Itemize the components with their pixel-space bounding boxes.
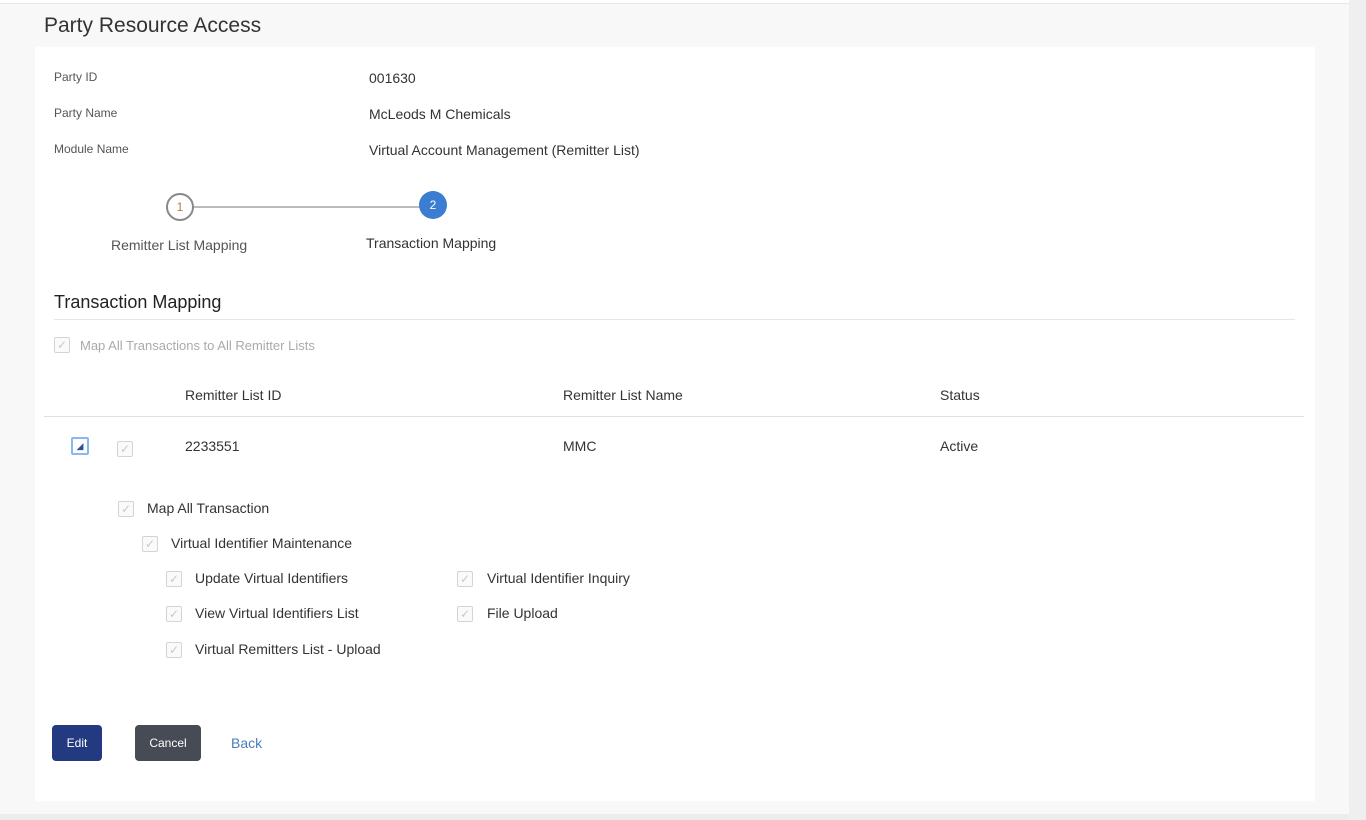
step-1-label: Remitter List Mapping [111, 237, 248, 253]
map-all-transaction-label: Map All Transaction [147, 500, 270, 516]
step-2[interactable]: 2 [419, 191, 447, 219]
section-title: Transaction Mapping [54, 292, 222, 312]
item-checkbox[interactable]: ✓ [457, 606, 473, 622]
step-1[interactable]: 1 [166, 193, 194, 221]
row-checkbox[interactable]: ✓ [117, 441, 133, 457]
status: Active [940, 438, 979, 454]
remitter-list-name: MMC [563, 438, 597, 454]
party-id-value: 001630 [369, 70, 416, 86]
map-all-transaction-checkbox[interactable]: ✓ [118, 501, 134, 517]
edit-button[interactable]: Edit [52, 725, 102, 761]
item-label: Virtual Identifier Inquiry [487, 570, 630, 586]
back-link[interactable]: Back [231, 735, 262, 751]
cancel-button[interactable]: Cancel [135, 725, 201, 761]
header-status: Status [940, 387, 980, 403]
remitter-list-id: 2233551 [185, 438, 240, 454]
content-card: Party ID 001630 Party Name McLeods M Che… [35, 47, 1315, 801]
item-label: View Virtual Identifiers List [195, 605, 359, 621]
party-name-label: Party Name [54, 106, 118, 120]
item-label: Virtual Remitters List - Upload [195, 641, 381, 657]
item-checkbox[interactable]: ✓ [166, 571, 182, 587]
item-checkbox[interactable]: ✓ [457, 571, 473, 587]
item-checkbox[interactable]: ✓ [166, 642, 182, 658]
expand-toggle-icon[interactable]: ◢ [71, 437, 89, 455]
item-checkbox[interactable]: ✓ [166, 606, 182, 622]
header-remitter-list-name: Remitter List Name [563, 387, 683, 403]
map-all-lists-label: Map All Transactions to All Remitter Lis… [80, 338, 315, 353]
top-border [0, 0, 1349, 4]
step-2-label: Transaction Mapping [366, 235, 497, 251]
stepper-line [193, 206, 433, 208]
module-name-value: Virtual Account Management (Remitter Lis… [369, 142, 640, 158]
item-label: Update Virtual Identifiers [195, 570, 349, 586]
table-divider [44, 416, 1304, 417]
header-remitter-list-id: Remitter List ID [185, 387, 282, 403]
group-label: Virtual Identifier Maintenance [171, 535, 353, 551]
group-checkbox[interactable]: ✓ [142, 536, 158, 552]
map-all-lists-checkbox[interactable]: ✓ [54, 337, 70, 353]
scrollbar[interactable] [1349, 0, 1366, 820]
module-name-label: Module Name [54, 142, 129, 156]
divider [54, 319, 1295, 320]
party-id-label: Party ID [54, 70, 98, 84]
page-title: Party Resource Access [44, 14, 262, 37]
item-label: File Upload [487, 605, 558, 621]
party-name-value: McLeods M Chemicals [369, 106, 511, 122]
bottom-border [0, 814, 1349, 820]
